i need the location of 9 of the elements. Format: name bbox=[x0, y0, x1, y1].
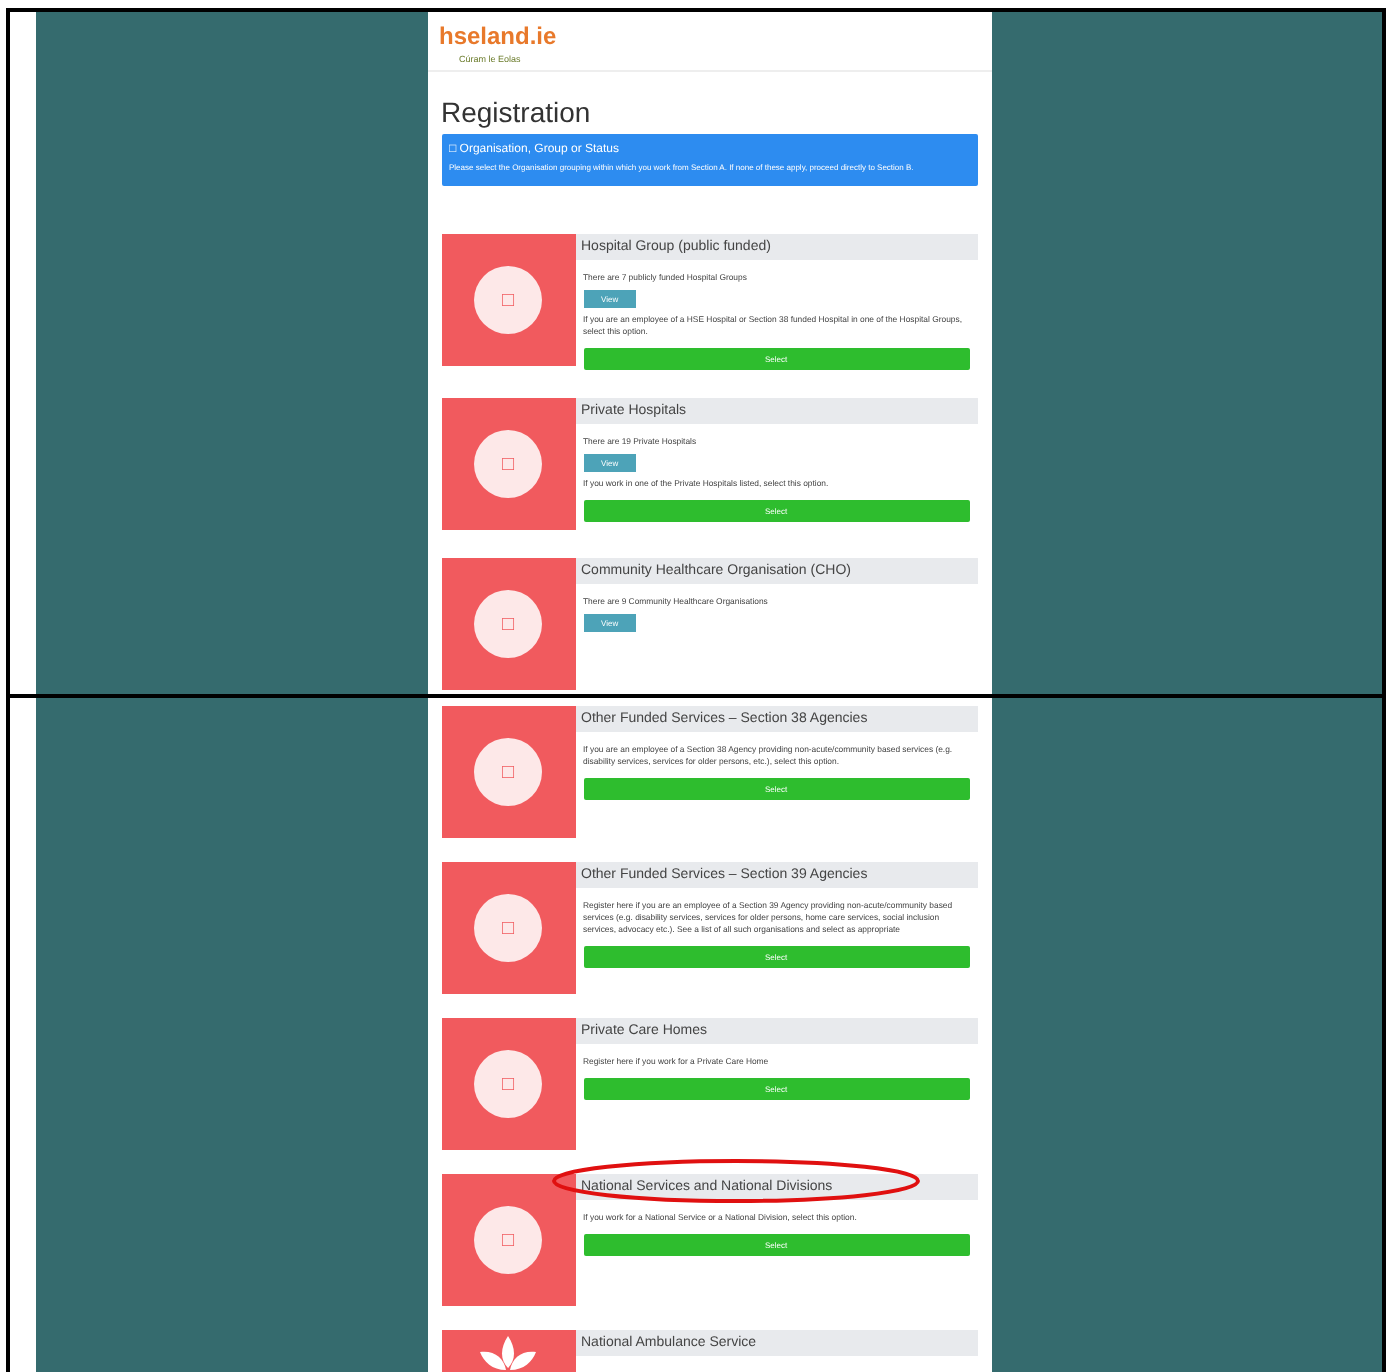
missing-glyph-icon: □ bbox=[501, 1229, 515, 1251]
missing-glyph-icon: □ bbox=[501, 289, 515, 311]
missing-glyph-icon: □ bbox=[501, 613, 515, 635]
missing-glyph-icon: □ bbox=[501, 453, 515, 475]
page-title: Registration bbox=[441, 96, 591, 128]
site-logo[interactable]: hseland.ie bbox=[439, 24, 557, 50]
missing-glyph-icon: □ bbox=[501, 917, 515, 939]
missing-glyph-icon: □ bbox=[501, 761, 515, 783]
missing-glyph-icon: □ bbox=[501, 1073, 515, 1095]
